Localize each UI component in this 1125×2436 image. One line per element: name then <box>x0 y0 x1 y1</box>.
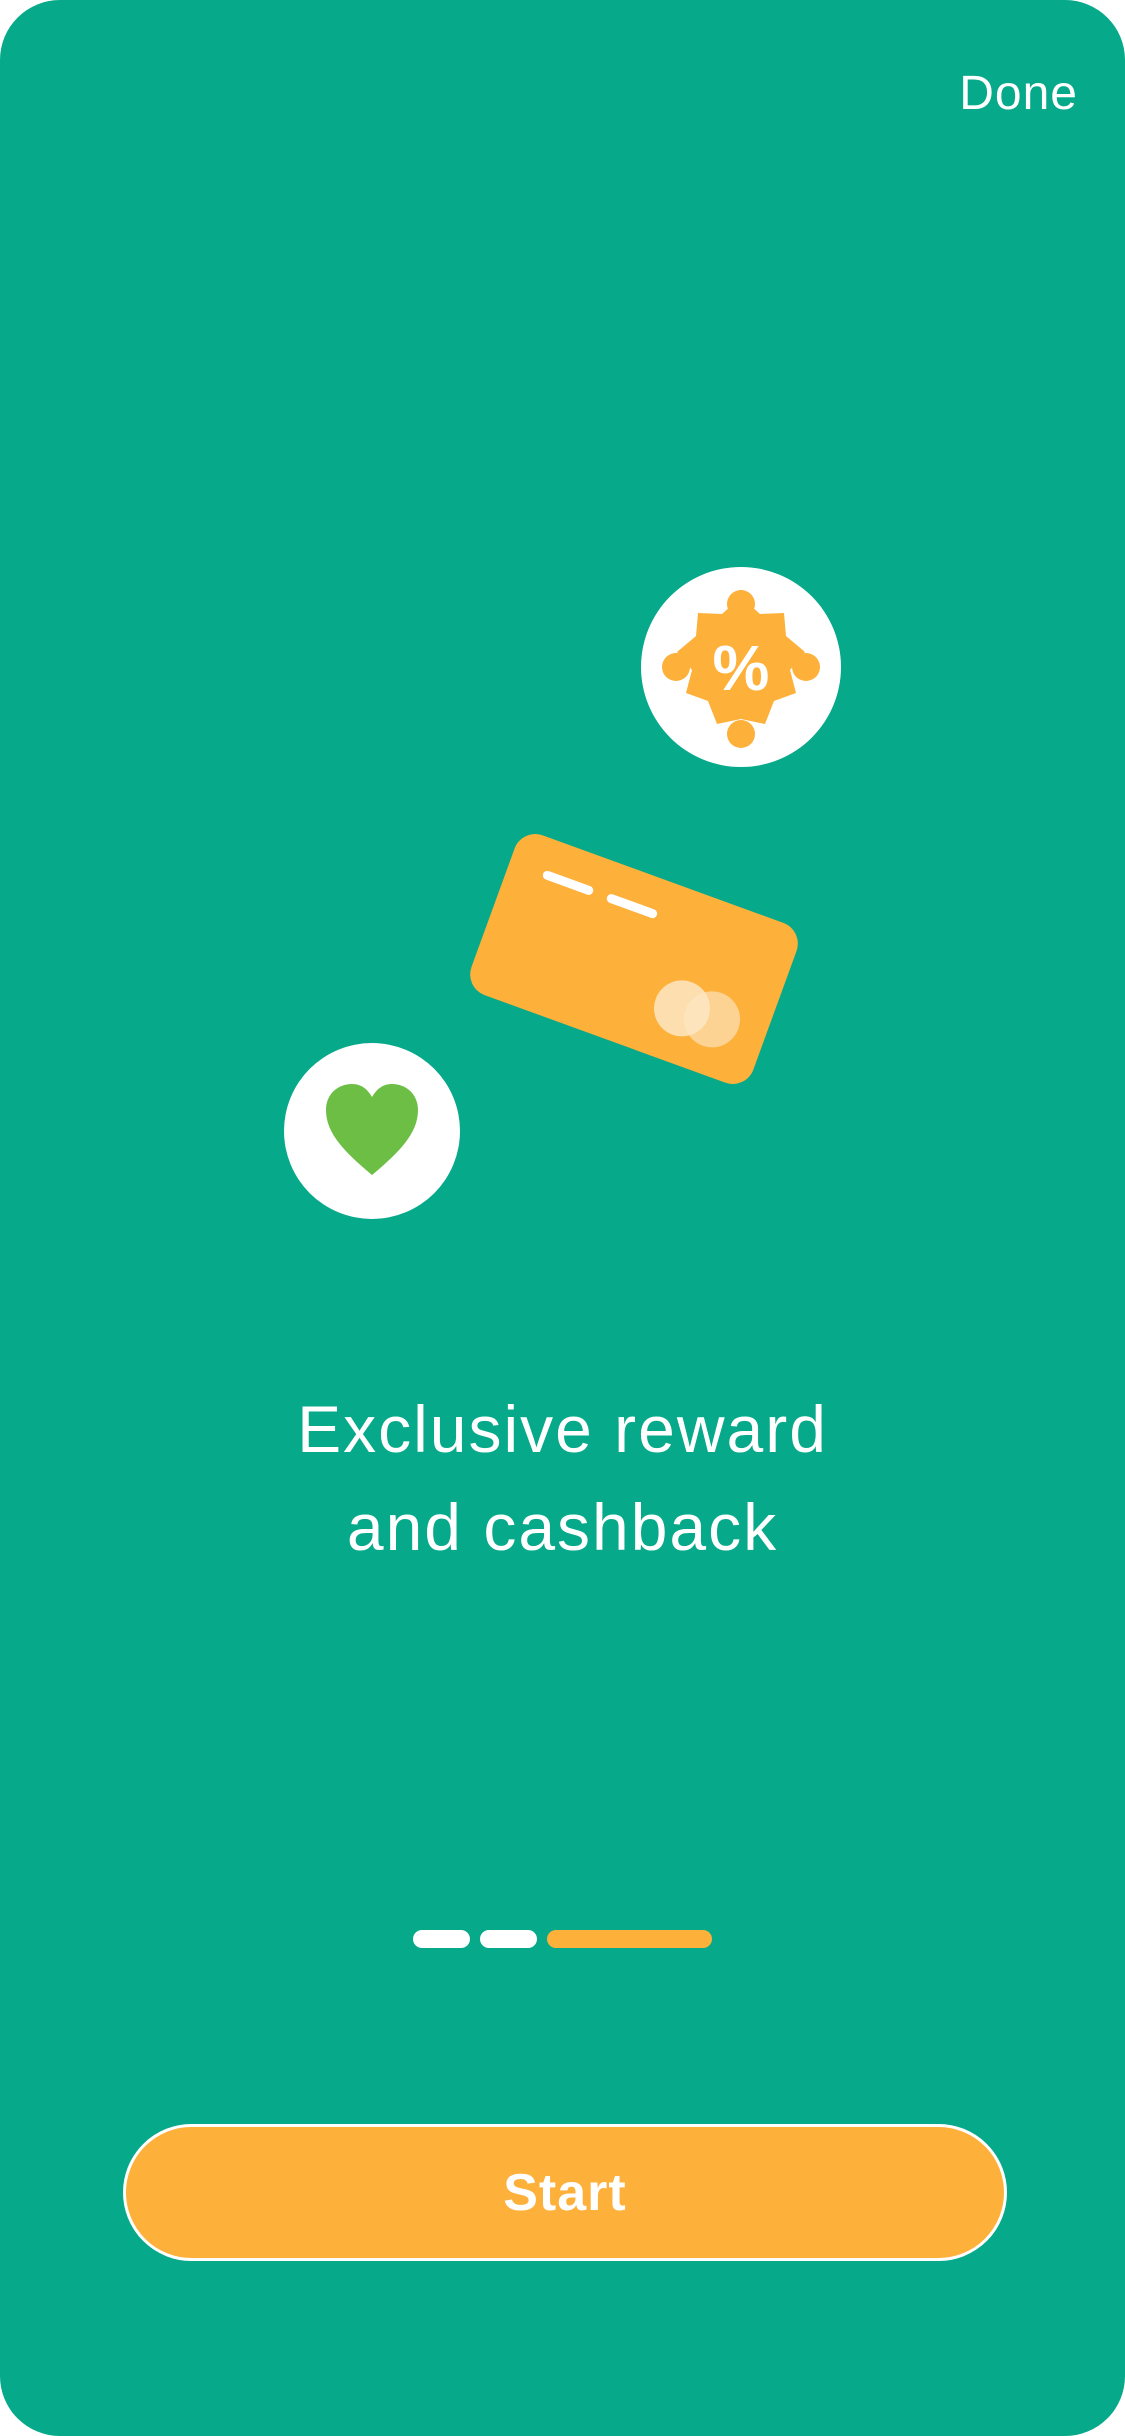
onboarding-screen: Done % Exclusive reward and cashback Sta… <box>0 0 1125 2436</box>
page-dot-1[interactable] <box>413 1930 470 1948</box>
headline-line-1: Exclusive reward <box>297 1392 828 1466</box>
percent-symbol: % <box>713 632 770 704</box>
onboarding-illustration: % <box>284 567 841 1219</box>
page-indicator <box>0 1930 1125 1950</box>
percent-badge-icon: % <box>641 567 841 767</box>
heart-icon <box>284 1043 460 1219</box>
page-dot-3-active[interactable] <box>547 1930 712 1948</box>
onboarding-headline: Exclusive reward and cashback <box>0 1380 1125 1576</box>
credit-card-icon <box>470 834 798 1084</box>
start-button[interactable]: Start <box>123 2124 1007 2261</box>
headline-line-2: and cashback <box>346 1490 779 1564</box>
page-dot-2[interactable] <box>480 1930 537 1948</box>
